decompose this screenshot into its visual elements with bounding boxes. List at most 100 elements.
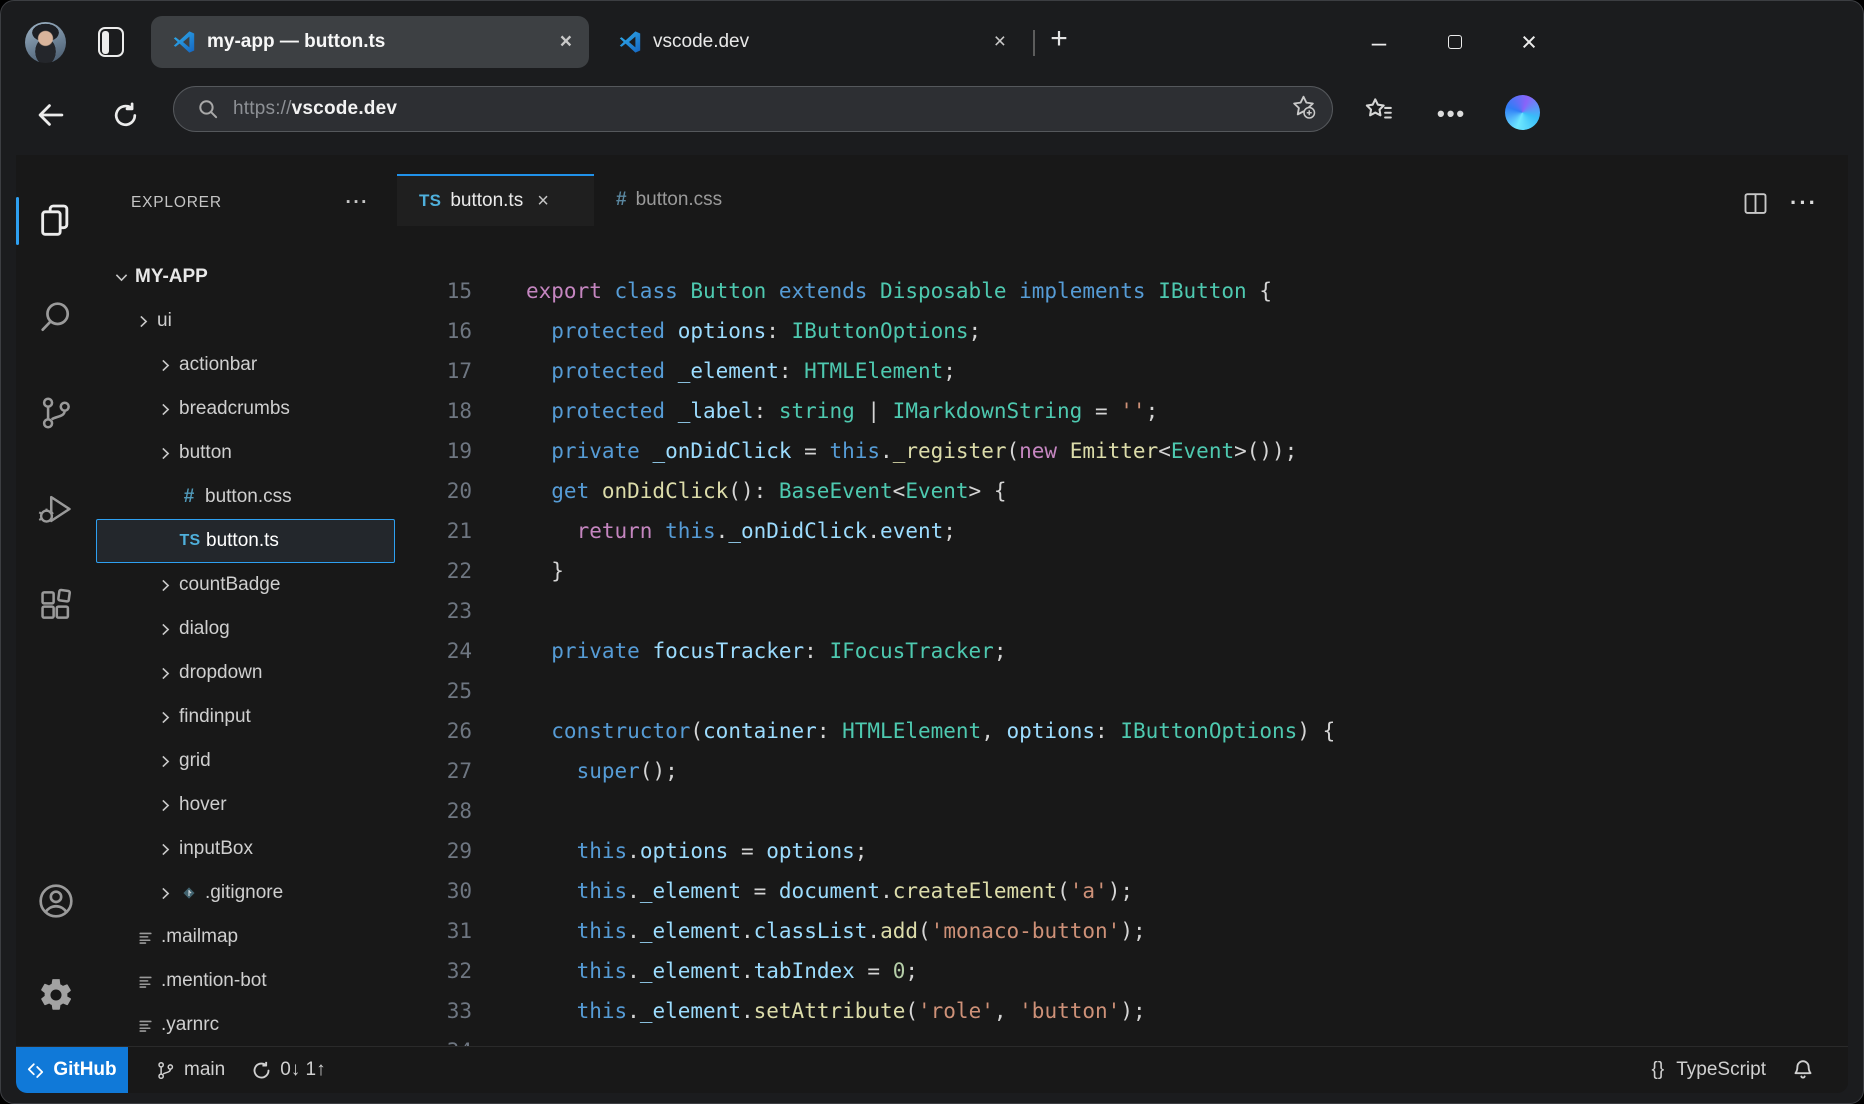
tree-item-findinput[interactable]: findinput [96, 695, 397, 739]
settings-button[interactable] [32, 971, 80, 1019]
tree-item-countbadge[interactable]: countBadge [96, 563, 397, 607]
tree-item-button.css[interactable]: #button.css [96, 475, 397, 519]
tree-item-label: countBadge [179, 574, 280, 596]
tree-item-label: grid [179, 750, 211, 772]
sidebar-item-search[interactable] [32, 293, 80, 341]
search-icon [37, 298, 75, 336]
sidebar-item-source-control[interactable] [32, 389, 80, 437]
url-scheme: https:// [233, 98, 292, 119]
code-line: 33 this._element.setAttribute('role', 'b… [397, 991, 1848, 1031]
tab-close-icon[interactable]: × [560, 30, 572, 54]
tree-item-grid[interactable]: grid [96, 739, 397, 783]
files-icon [36, 201, 76, 241]
sync-icon [251, 1060, 272, 1081]
vscode-logo-icon [618, 30, 642, 54]
chevron-down-icon [110, 269, 132, 286]
editor-tab-button-ts[interactable]: TS button.ts × [397, 174, 594, 226]
chevron-right-icon [154, 401, 176, 418]
browser-more-button[interactable]: ••• [1437, 101, 1466, 127]
code-line: 24 private focusTracker: IFocusTracker; [397, 631, 1848, 671]
window-maximize-button[interactable] [1433, 21, 1477, 63]
file-icon [132, 929, 158, 946]
copilot-button[interactable] [1505, 95, 1540, 130]
tree-item-label: button [179, 442, 232, 464]
editor-tab-button-css[interactable]: # button.css [594, 174, 806, 226]
run-debug-icon [37, 490, 75, 528]
git-branch-icon [155, 1060, 176, 1081]
explorer-sidebar: EXPLORER ··· MY-APP uiactionbar breadcrumb… [96, 155, 397, 1046]
new-tab-button[interactable]: + [1041, 19, 1077, 59]
tree-item-gitignore[interactable]: .gitignore [96, 871, 397, 915]
browser-tab-my-app[interactable]: my-app — button.ts × [151, 16, 589, 68]
code-line: 27 super(); [397, 751, 1848, 791]
code-line: 16 protected options: IButtonOptions; [397, 311, 1848, 351]
address-bar[interactable]: https://vscode.dev [173, 86, 1333, 132]
editor-more-icon[interactable]: ··· [1790, 190, 1818, 216]
line-number: 28 [397, 799, 472, 823]
explorer-title: EXPLORER [131, 194, 222, 212]
line-number: 34 [397, 1039, 472, 1046]
code-editor[interactable]: 15export class Button extends Disposable… [397, 226, 1848, 1046]
tree-item-my-app[interactable]: MY-APP [96, 255, 397, 299]
file-icon [132, 973, 158, 990]
maximize-icon [1448, 35, 1462, 49]
account-button[interactable] [32, 877, 80, 925]
workspaces-icon[interactable] [98, 27, 124, 57]
refresh-button[interactable] [105, 95, 145, 135]
tab-divider [1033, 30, 1035, 56]
tree-item-button[interactable]: button [96, 431, 397, 475]
chevron-right-icon [132, 313, 154, 330]
code-line: 19 private _onDidClick = this._register(… [397, 431, 1848, 471]
tree-item-actionbar[interactable]: actionbar [96, 343, 397, 387]
sidebar-item-explorer[interactable] [32, 197, 80, 245]
split-editor-icon[interactable] [1743, 191, 1768, 216]
line-number: 20 [397, 479, 472, 503]
line-number: 16 [397, 319, 472, 343]
tree-item-breadcrumbs[interactable]: breadcrumbs [96, 387, 397, 431]
tree-item-dropdown[interactable]: dropdown [96, 651, 397, 695]
code-text: this._element.setAttribute('role', 'butt… [526, 999, 1146, 1023]
favorites-button[interactable] [1363, 95, 1393, 125]
tree-item-mention-bot[interactable]: .mention-bot [96, 959, 397, 1003]
sidebar-item-extensions[interactable] [32, 581, 80, 629]
branch-indicator[interactable]: main [155, 1059, 225, 1081]
tree-item-yarnrc[interactable]: .yarnrc [96, 1003, 397, 1047]
sync-indicator[interactable]: 0↓ 1↑ [251, 1059, 325, 1081]
editor-actions: ··· [1743, 190, 1818, 216]
notifications-button[interactable] [1792, 1059, 1814, 1081]
language-indicator[interactable]: {} TypeScript [1652, 1059, 1766, 1081]
browser-tab-vscode-dev[interactable]: vscode.dev × [597, 16, 1023, 68]
line-number: 27 [397, 759, 472, 783]
editor-tab-close-icon[interactable]: × [537, 190, 549, 213]
tree-item-dialog[interactable]: dialog [96, 607, 397, 651]
tree-item-label: breadcrumbs [179, 398, 290, 420]
code-line: 21 return this._onDidClick.event; [397, 511, 1848, 551]
line-number: 32 [397, 959, 472, 983]
profile-avatar[interactable] [25, 22, 66, 63]
tree-item-ui[interactable]: ui [96, 299, 397, 343]
window-close-button[interactable]: × [1507, 21, 1551, 63]
sidebar-item-run-debug[interactable] [32, 485, 80, 533]
tree-item-mailmap[interactable]: .mailmap [96, 915, 397, 959]
code-text: return this._onDidClick.event; [526, 519, 956, 543]
line-number: 24 [397, 639, 472, 663]
editor-tab-label: button.ts [450, 190, 523, 212]
code-line: 30 this._element = document.createElemen… [397, 871, 1848, 911]
code-line: 23 [397, 591, 1848, 631]
tree-item-inputbox[interactable]: inputBox [96, 827, 397, 871]
remote-indicator[interactable]: GitHub [16, 1047, 128, 1094]
gear-icon [37, 976, 75, 1014]
tab-close-icon[interactable]: × [994, 30, 1006, 54]
tree-item-button.ts[interactable]: TSbutton.ts [96, 519, 395, 563]
active-view-indicator [16, 197, 19, 245]
code-text: constructor(container: HTMLElement, opti… [526, 719, 1335, 743]
explorer-more-icon[interactable]: ··· [346, 192, 369, 214]
window-minimize-button[interactable]: – [1357, 21, 1401, 63]
tree-item-label: MY-APP [135, 266, 208, 288]
favorites-star-icon [1363, 95, 1393, 125]
back-button[interactable] [31, 95, 71, 135]
tree-item-hover[interactable]: hover [96, 783, 397, 827]
tree-item-label: .mention-bot [161, 970, 267, 992]
status-bar: GitHub main 0↓ 1↑ {} TypeScript [16, 1046, 1848, 1093]
bookmark-star-icon[interactable] [1291, 94, 1316, 124]
